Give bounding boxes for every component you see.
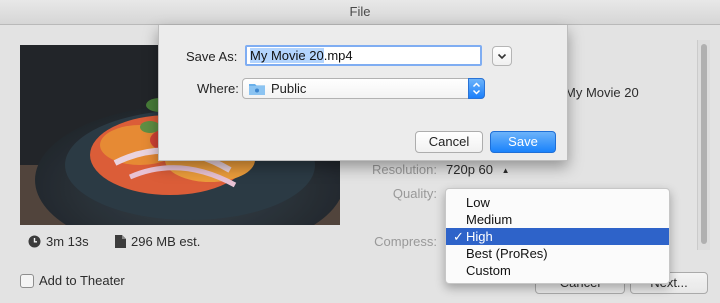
resolution-popup[interactable]: 720p 60 ▲	[446, 162, 510, 177]
expand-dialog-button[interactable]	[492, 46, 512, 66]
quality-label: Quality:	[392, 186, 437, 201]
popup-arrows-icon	[468, 78, 485, 99]
window-title: File	[349, 4, 371, 19]
clock-icon	[28, 235, 41, 251]
where-label: Where:	[197, 81, 239, 96]
quality-option-custom[interactable]: Custom	[446, 262, 669, 279]
filename-extension: .mp4	[323, 48, 353, 63]
save-as-label: Save As:	[186, 49, 238, 64]
checkmark-icon: ✓	[453, 229, 464, 244]
filename-input[interactable]: My Movie 20.mp4	[245, 45, 482, 66]
quality-option-high-label: High	[466, 229, 493, 244]
quality-option-low[interactable]: Low	[446, 194, 669, 211]
dialog-save-button[interactable]: Save	[490, 131, 556, 153]
updown-arrows-icon: ▲	[501, 166, 510, 175]
scrollbar-knob[interactable]	[701, 44, 707, 244]
filename-selected: My Movie 20	[250, 48, 324, 63]
size-info: 296 MB est.	[115, 234, 200, 251]
resolution-value: 720p 60	[446, 162, 493, 177]
quality-option-medium[interactable]: Medium	[446, 211, 669, 228]
duration-text: 3m 13s	[46, 234, 89, 249]
add-to-theater-label: Add to Theater	[39, 273, 125, 288]
add-to-theater-checkbox[interactable]	[20, 274, 34, 288]
dialog-cancel-button[interactable]: Cancel	[415, 131, 483, 153]
where-value: Public	[271, 81, 307, 96]
document-icon	[115, 235, 126, 251]
quality-option-high[interactable]: ✓ High	[446, 228, 669, 245]
movie-title: My Movie 20	[565, 85, 639, 100]
size-text: 296 MB est.	[131, 234, 201, 249]
resolution-label: Resolution:	[371, 162, 437, 177]
chevron-down-icon	[497, 53, 507, 60]
compress-label: Compress:	[374, 234, 437, 249]
save-dialog: Save As: My Movie 20.mp4 Where: Public C…	[158, 25, 568, 161]
quality-menu: Low Medium ✓ High Best (ProRes) Custom	[445, 188, 670, 284]
window-titlebar: File	[0, 0, 720, 25]
quality-option-best[interactable]: Best (ProRes)	[446, 245, 669, 262]
duration-info: 3m 13s	[28, 234, 89, 251]
vertical-scrollbar[interactable]	[697, 40, 710, 250]
where-popup[interactable]: Public	[242, 78, 485, 99]
folder-icon	[249, 82, 265, 98]
